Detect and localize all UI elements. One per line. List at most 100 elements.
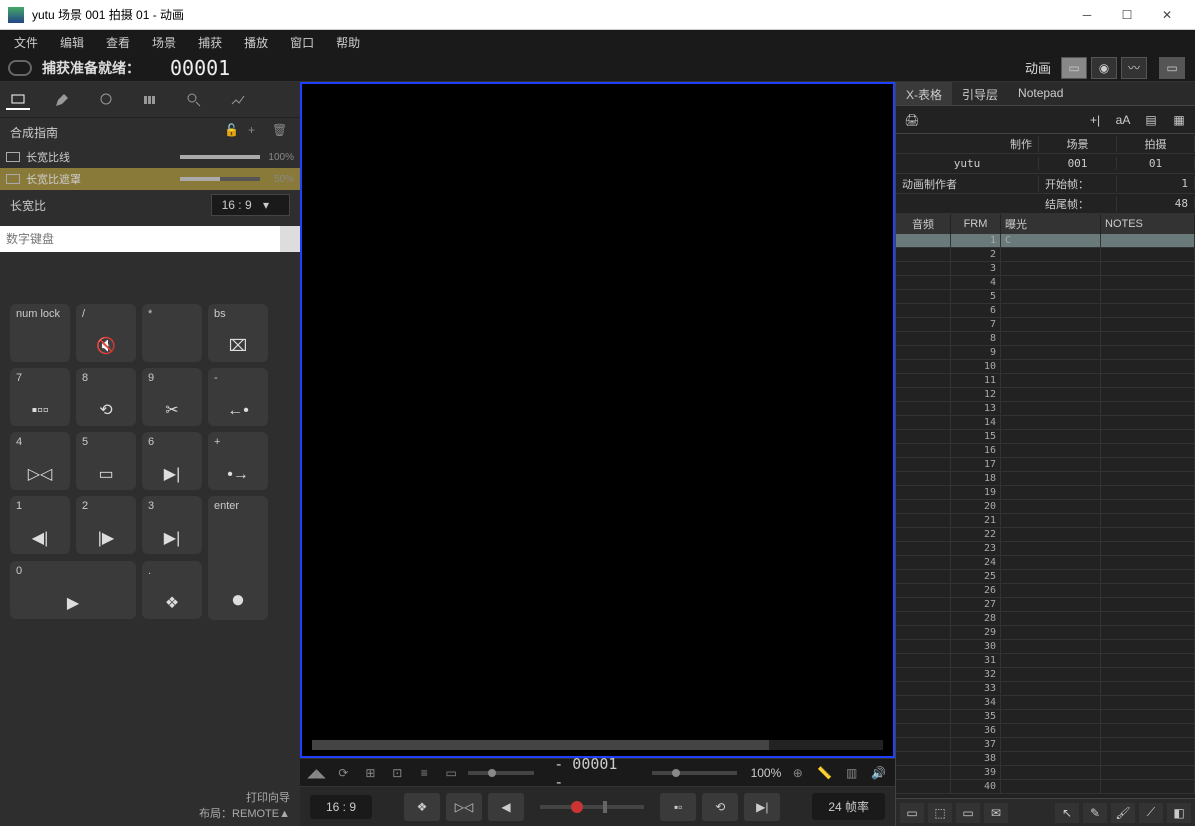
playback-aspect[interactable]: 16 : 9: [310, 795, 372, 819]
xsheet-row[interactable]: 31: [896, 654, 1195, 668]
rbt-marquee-icon[interactable]: ⬚: [928, 803, 952, 823]
xsheet-row[interactable]: 40: [896, 780, 1195, 794]
print-icon[interactable]: 🖨: [902, 111, 922, 129]
menu-捕获[interactable]: 捕获: [188, 31, 232, 54]
rbt-curve-icon[interactable]: ⟋: [1139, 803, 1163, 823]
menu-编辑[interactable]: 编辑: [50, 31, 94, 54]
xsheet-row[interactable]: 18: [896, 472, 1195, 486]
xsheet-row[interactable]: 14: [896, 416, 1195, 430]
mode-camera-button[interactable]: ◉: [1091, 57, 1117, 79]
pb-diamond-button[interactable]: ❖: [404, 793, 440, 821]
maximize-button[interactable]: ☐: [1107, 1, 1147, 29]
right-tab-0[interactable]: X-表格: [896, 82, 952, 105]
menu-查看[interactable]: 查看: [96, 31, 140, 54]
xsheet-row[interactable]: 27: [896, 598, 1195, 612]
key-plus[interactable]: +•→: [208, 432, 268, 490]
rbt-eraser-icon[interactable]: ◧: [1167, 803, 1191, 823]
pencil-tab-icon[interactable]: [50, 90, 74, 110]
key-minus[interactable]: -←•: [208, 368, 268, 426]
xsheet-row[interactable]: 7: [896, 318, 1195, 332]
rbt-arrow-icon[interactable]: ↖: [1055, 803, 1079, 823]
overlay-icon[interactable]: ▭: [441, 764, 462, 782]
text-size-icon[interactable]: aA: [1113, 111, 1133, 129]
viewport[interactable]: [300, 82, 895, 758]
lasso-tab-icon[interactable]: [94, 90, 118, 110]
right-tab-1[interactable]: 引导层: [952, 82, 1008, 105]
film-tab-icon[interactable]: [138, 90, 162, 110]
key-enter[interactable]: enter●: [208, 496, 268, 620]
xsheet-row[interactable]: 26: [896, 584, 1195, 598]
zoom-tab-icon[interactable]: [182, 90, 206, 110]
pb-prev-button[interactable]: ◀: [488, 793, 524, 821]
rotate-icon[interactable]: ⟳: [333, 764, 354, 782]
add-icon[interactable]: +: [248, 123, 266, 141]
opacity-slider[interactable]: [468, 771, 535, 775]
xsheet-row[interactable]: 4: [896, 276, 1195, 290]
right-tab-2[interactable]: Notepad: [1008, 82, 1073, 105]
key-6[interactable]: 6▶|: [142, 432, 202, 490]
xsheet-row[interactable]: 37: [896, 738, 1195, 752]
aspect-select[interactable]: 16 : 9 ▾: [211, 194, 290, 216]
xsheet-row[interactable]: 29: [896, 626, 1195, 640]
xsheet-row[interactable]: 30: [896, 640, 1195, 654]
pb-next-button[interactable]: ▶|: [744, 793, 780, 821]
xsheet-row[interactable]: 24: [896, 556, 1195, 570]
view-mode-icon[interactable]: ▥: [841, 764, 862, 782]
zoom-slider[interactable]: [652, 771, 738, 775]
minimize-button[interactable]: ─: [1067, 1, 1107, 29]
target-icon[interactable]: ⊕: [787, 764, 808, 782]
mode-audio-button[interactable]: 〰: [1121, 57, 1147, 79]
numpad-input[interactable]: [0, 226, 280, 252]
xsheet-row[interactable]: 33: [896, 682, 1195, 696]
xsheet-row[interactable]: 16: [896, 444, 1195, 458]
list-view-icon[interactable]: ▤: [1141, 111, 1161, 129]
grid-icon[interactable]: ⊞: [360, 764, 381, 782]
xsheet-row[interactable]: 2: [896, 248, 1195, 262]
menu-播放[interactable]: 播放: [234, 31, 278, 54]
xsheet-row[interactable]: 23: [896, 542, 1195, 556]
flip-h-icon[interactable]: ◢◣: [306, 764, 327, 782]
xsheet-row[interactable]: 8: [896, 332, 1195, 346]
grid-view-icon[interactable]: ▦: [1169, 111, 1189, 129]
layout-label[interactable]: 布局：REMOTE▲: [10, 806, 290, 822]
menu-场景[interactable]: 场景: [142, 31, 186, 54]
xsheet-row[interactable]: 21: [896, 514, 1195, 528]
xsheet-row[interactable]: 1C: [896, 234, 1195, 248]
volume-icon[interactable]: 🔊: [868, 764, 889, 782]
key-7[interactable]: 7▪▫▫: [10, 368, 70, 426]
xsheet-row[interactable]: 20: [896, 500, 1195, 514]
rbt-brush-icon[interactable]: 🖌: [1111, 803, 1135, 823]
xsheet-row[interactable]: 3: [896, 262, 1195, 276]
xsheet-row[interactable]: 11: [896, 374, 1195, 388]
xsheet-row[interactable]: 19: [896, 486, 1195, 500]
layer-row[interactable]: 长宽比线100%: [0, 146, 300, 168]
xsheet-row[interactable]: 38: [896, 752, 1195, 766]
close-button[interactable]: ✕: [1147, 1, 1187, 29]
xsheet-row[interactable]: 36: [896, 724, 1195, 738]
layer-row[interactable]: 长宽比遮罩50%: [0, 168, 300, 190]
key-star[interactable]: *: [142, 304, 202, 362]
menu-帮助[interactable]: 帮助: [326, 31, 370, 54]
chart-tab-icon[interactable]: [226, 90, 250, 110]
xsheet-row[interactable]: 6: [896, 304, 1195, 318]
onion-icon[interactable]: ≡: [414, 764, 435, 782]
trash-icon[interactable]: 🗑: [272, 123, 290, 141]
xsheet-row[interactable]: 17: [896, 458, 1195, 472]
pb-loop-button[interactable]: ⟲: [702, 793, 738, 821]
key-2[interactable]: 2|▶: [76, 496, 136, 554]
rbt-pencil-icon[interactable]: ✎: [1083, 803, 1107, 823]
xsheet-row[interactable]: 12: [896, 388, 1195, 402]
xsheet-row[interactable]: 13: [896, 402, 1195, 416]
rbt-rect-icon[interactable]: ▭: [956, 803, 980, 823]
center-icon[interactable]: ⊡: [387, 764, 408, 782]
key-5[interactable]: 5▭: [76, 432, 136, 490]
loop-icon[interactable]: [8, 60, 32, 76]
key-9[interactable]: 9✂: [142, 368, 202, 426]
rbt-select-icon[interactable]: ▭: [900, 803, 924, 823]
xsheet-row[interactable]: 39: [896, 766, 1195, 780]
xsheet-row[interactable]: 34: [896, 696, 1195, 710]
numpad-input-button[interactable]: [280, 226, 300, 252]
mode-fullscreen-button[interactable]: ▭: [1159, 57, 1185, 79]
pb-live-button[interactable]: ▷◁: [446, 793, 482, 821]
xsheet-row[interactable]: 22: [896, 528, 1195, 542]
